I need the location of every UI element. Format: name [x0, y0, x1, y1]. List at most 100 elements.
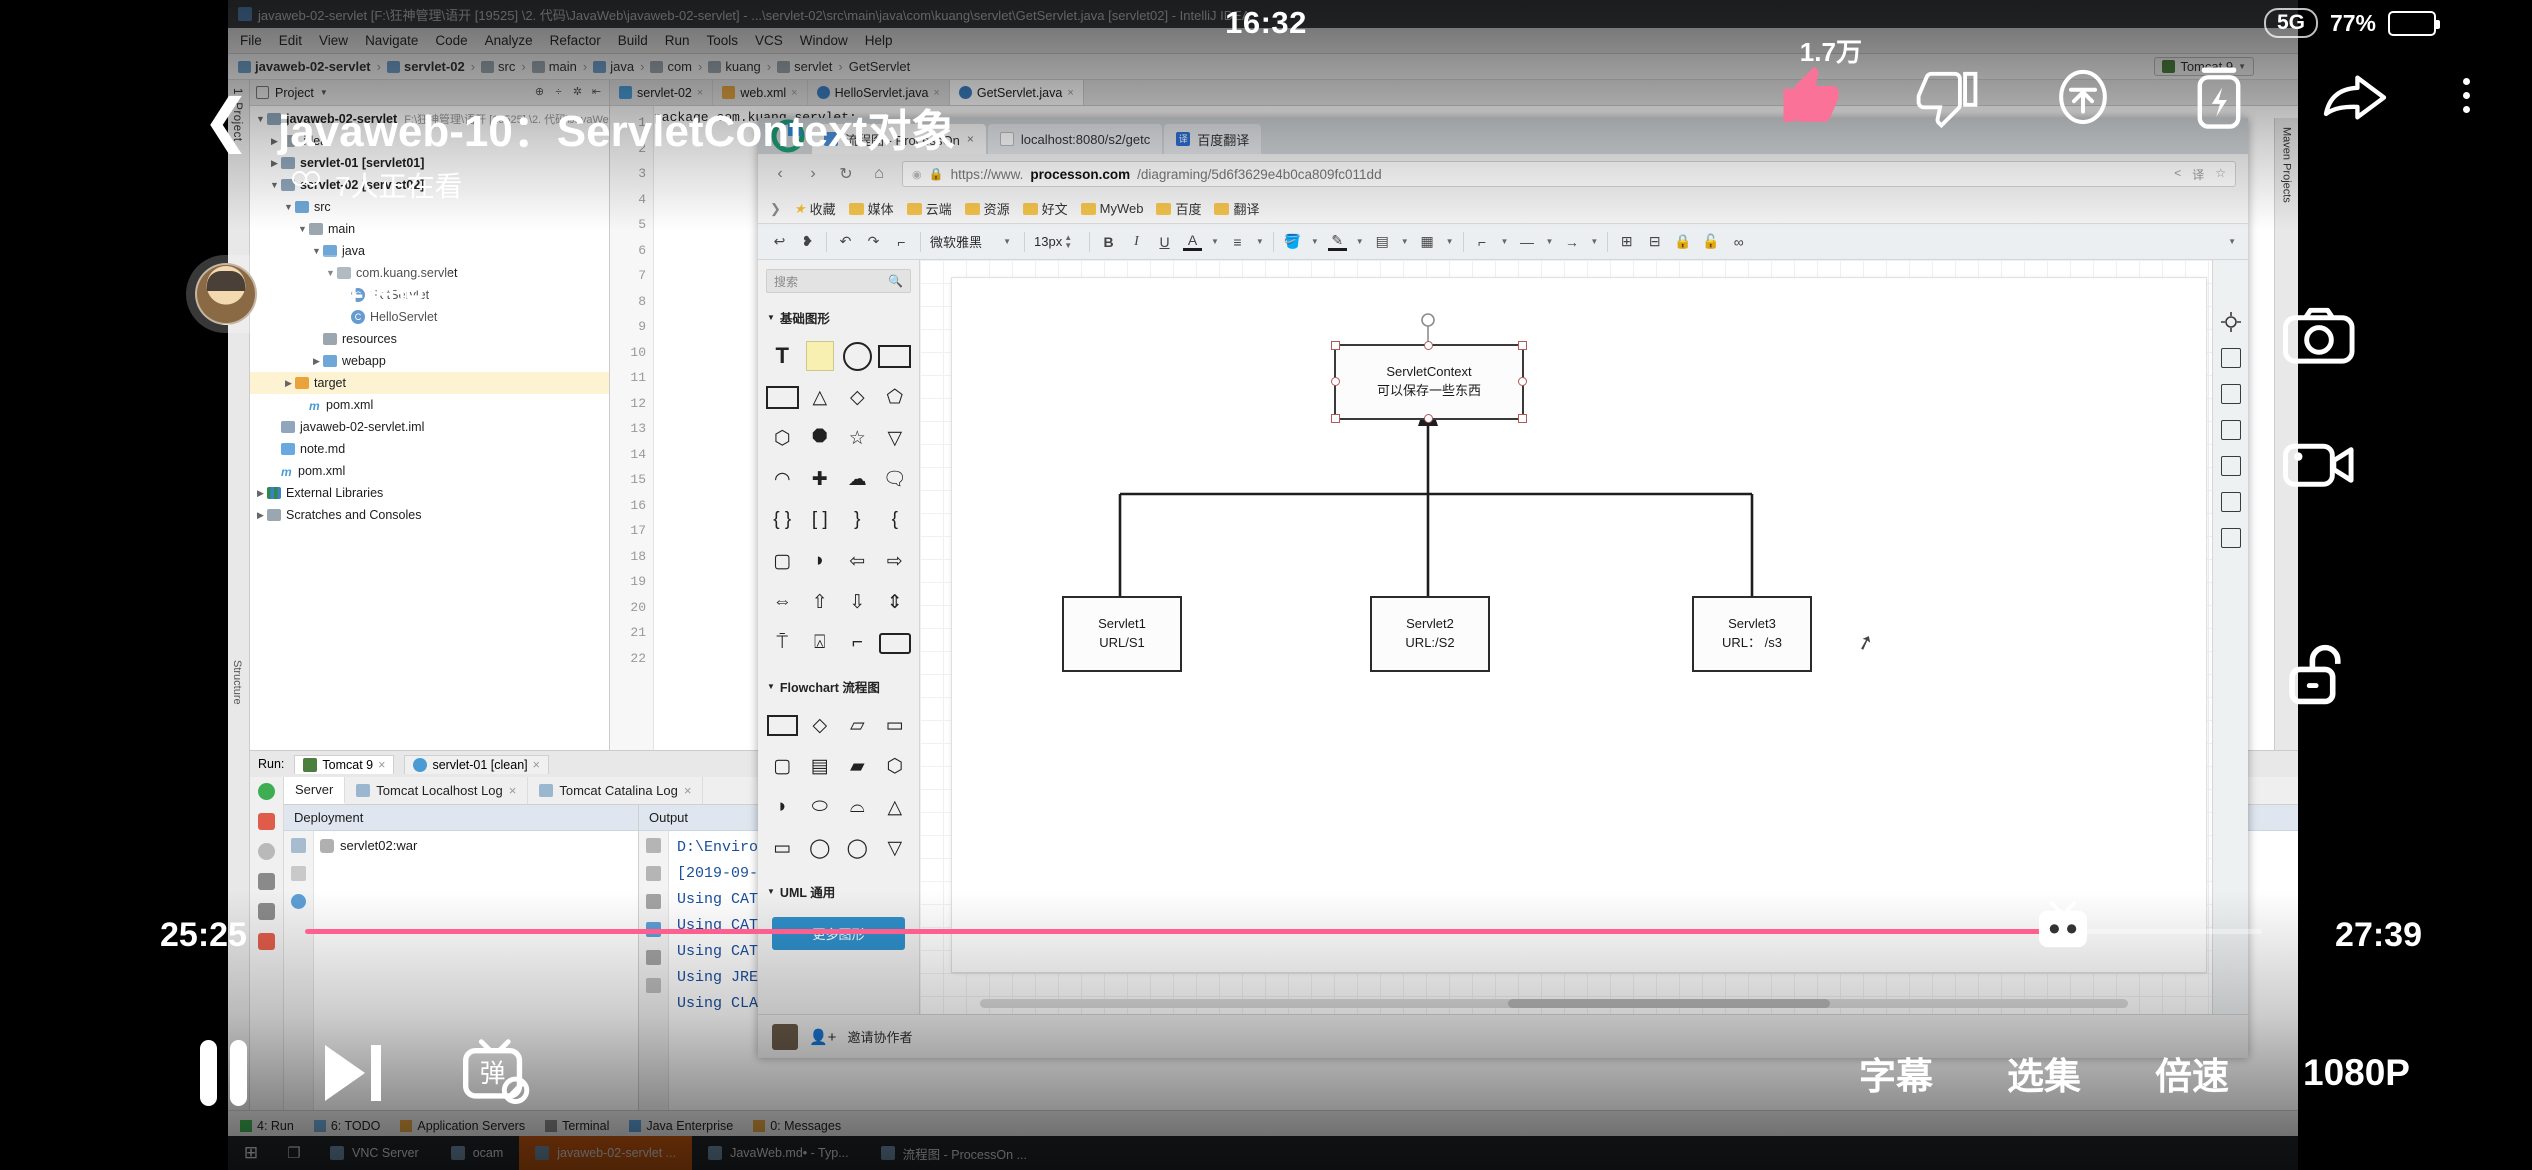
collapse-toolbar-icon[interactable]: ▼: [2228, 237, 2236, 246]
shape-grid-basic[interactable]: T △ ◇ ⬠ ⬡ ⯃ ☆ ▽ ◠ ✚ ☁ 🗨 {} []} {▢ ◗ …: [758, 333, 919, 671]
shape-sort-icon[interactable]: ▽: [878, 829, 913, 867]
shape-arrow-lr-icon[interactable]: ⇔: [765, 583, 800, 621]
font-size-select[interactable]: 13px ▲ ▼: [1034, 234, 1080, 249]
next-episode-button[interactable]: [325, 1045, 381, 1101]
tree-node[interactable]: ▶ webapp: [250, 350, 609, 372]
shape-callout-icon[interactable]: 🗨: [878, 460, 913, 498]
shape-bracket-icon[interactable]: [ ]: [803, 501, 838, 539]
chevron-right-icon[interactable]: ▶: [310, 356, 323, 367]
chevron-right-icon[interactable]: ▶: [254, 510, 267, 521]
close-icon[interactable]: ×: [509, 783, 517, 798]
back-button[interactable]: ❮: [202, 92, 251, 150]
scroll-up-icon[interactable]: [646, 838, 661, 853]
shape-extract-icon[interactable]: △: [878, 788, 913, 826]
scroll-down-icon[interactable]: [646, 866, 661, 881]
shape-group-flowchart-header[interactable]: ▼ Flowchart 流程图: [758, 671, 919, 702]
shape-octagon-icon[interactable]: ⯃: [803, 419, 838, 457]
resize-handle-ne[interactable]: [1518, 341, 1527, 350]
tab-tomcat-catalina-log[interactable]: Tomcat Catalina Log ×: [528, 777, 704, 804]
tree-node[interactable]: javaweb-02-servlet.iml: [250, 416, 609, 438]
shape-display-icon[interactable]: ⬭: [803, 788, 838, 826]
unlock-icon[interactable]: 🔓: [1701, 232, 1720, 251]
line-end-icon[interactable]: →: [1562, 232, 1581, 251]
shape-search-input[interactable]: 搜索 🔍: [766, 269, 911, 293]
diagram-node-servlet1[interactable]: Servlet1 URL/S1: [1062, 596, 1182, 672]
text-align-icon[interactable]: ≡: [1228, 232, 1247, 251]
chevron-down-icon[interactable]: ▼: [1311, 237, 1319, 246]
chevron-down-icon[interactable]: ▼: [1211, 237, 1219, 246]
shape-d-icon[interactable]: ◗: [803, 542, 838, 580]
shape-card-icon[interactable]: ▢: [765, 542, 800, 580]
history-icon[interactable]: [2220, 492, 2241, 512]
distribute-icon[interactable]: ⊟: [1645, 232, 1664, 251]
tree-node[interactable]: m pom.xml: [250, 460, 609, 482]
player-action-bar[interactable]: 1.7万: [1774, 37, 2392, 134]
paint-format-icon[interactable]: ⌐: [892, 232, 911, 251]
favorite-button[interactable]: [2182, 60, 2256, 134]
connect-handle-s[interactable]: [1424, 414, 1433, 423]
close-icon[interactable]: ×: [533, 758, 540, 772]
font-family-select[interactable]: 微软雅黑 ▼: [930, 232, 1015, 251]
tree-node[interactable]: ▶ Scratches and Consoles: [250, 504, 609, 526]
run-tab-tomcat[interactable]: Tomcat 9 ×: [294, 754, 395, 774]
tree-node[interactable]: ▶ External Libraries: [250, 482, 609, 504]
shape-arc-icon[interactable]: ◠: [765, 460, 800, 498]
line-color-icon[interactable]: ✎: [1327, 232, 1347, 251]
shape-merge-icon[interactable]: ▭: [765, 829, 800, 867]
shape-uturn2-icon[interactable]: ⍓: [803, 624, 838, 662]
undeploy-icon[interactable]: [291, 866, 306, 881]
tree-node[interactable]: note.md: [250, 438, 609, 460]
bold-button[interactable]: B: [1099, 232, 1118, 251]
diagram-node-servlet3[interactable]: Servlet3 URL： /s3: [1692, 596, 1812, 672]
page-size-icon[interactable]: [2220, 384, 2241, 404]
uploader-chip[interactable]: 遇见狂神说: [186, 255, 456, 333]
shape-diamond-icon[interactable]: ◇: [840, 378, 875, 416]
chevron-down-icon[interactable]: ▼: [1545, 237, 1553, 246]
shape-rect2-icon[interactable]: [765, 378, 800, 416]
subtitle-button[interactable]: 字幕: [1859, 1046, 1933, 1100]
tree-node[interactable]: ▶ target: [250, 372, 609, 394]
shape-arrow-down-icon[interactable]: ⇩: [840, 583, 875, 621]
connector-type-icon[interactable]: ⌐: [1473, 232, 1492, 251]
shape-arrow-ud-icon[interactable]: ⇕: [878, 583, 913, 621]
progress-bar[interactable]: [0, 900, 2532, 948]
tree-node[interactable]: m pom.xml: [250, 394, 609, 416]
record-button[interactable]: [2282, 440, 2356, 495]
shape-circle-icon[interactable]: [840, 337, 875, 375]
font-color-button[interactable]: A: [1183, 232, 1202, 251]
shape-rounded-rect-icon[interactable]: [878, 624, 913, 662]
tab-server[interactable]: Server: [284, 777, 346, 804]
shape-arrow-right-icon[interactable]: ⇨: [878, 542, 913, 580]
shape-star-icon[interactable]: ☆: [840, 419, 875, 457]
avatar[interactable]: [195, 263, 257, 325]
shape-storage-icon[interactable]: ⌓: [840, 788, 875, 826]
link-icon[interactable]: ∞: [1729, 232, 1748, 251]
shape-group-basic-header[interactable]: ▼ 基础图形: [758, 302, 919, 333]
shape-pentagon-icon[interactable]: ⬠: [878, 378, 913, 416]
shape-terminator-icon[interactable]: ▢: [765, 747, 800, 785]
shape-brace-right-icon[interactable]: }: [840, 501, 875, 539]
shape-text-icon[interactable]: T: [765, 337, 800, 375]
shape-document-icon[interactable]: ▭: [878, 706, 913, 744]
shape-prep-icon[interactable]: ⬡: [878, 747, 913, 785]
connect-handle-w[interactable]: [1331, 377, 1340, 386]
shape-note-icon[interactable]: [803, 337, 838, 375]
chevron-down-icon[interactable]: ▼: [1446, 237, 1454, 246]
resize-handle-sw[interactable]: [1331, 414, 1340, 423]
more-options-button[interactable]: [2463, 78, 2470, 113]
format-icon[interactable]: [2220, 348, 2241, 368]
chevron-down-icon[interactable]: ▼: [1356, 237, 1364, 246]
undo-arrow-icon[interactable]: ↶: [836, 232, 855, 251]
resize-handle-nw[interactable]: [1331, 341, 1340, 350]
list-item[interactable]: servlet02:war: [320, 838, 638, 853]
shape-data-icon[interactable]: ▱: [840, 706, 875, 744]
diagram-page[interactable]: ServletContext 可以保存一些东西 Servlet1 URL/S1 …: [952, 278, 2206, 972]
shape-arrow-left-icon[interactable]: ⇦: [840, 542, 875, 580]
progress-knob[interactable]: [2034, 900, 2092, 950]
chevron-down-icon[interactable]: ▼: [1590, 237, 1598, 246]
shape-brace-icon[interactable]: {: [878, 501, 913, 539]
shape-hexagon-icon[interactable]: ⬡: [765, 419, 800, 457]
resize-handle-se[interactable]: [1518, 414, 1527, 423]
shape-cloud-icon[interactable]: ☁: [840, 460, 875, 498]
deploy-icon[interactable]: [291, 838, 306, 853]
